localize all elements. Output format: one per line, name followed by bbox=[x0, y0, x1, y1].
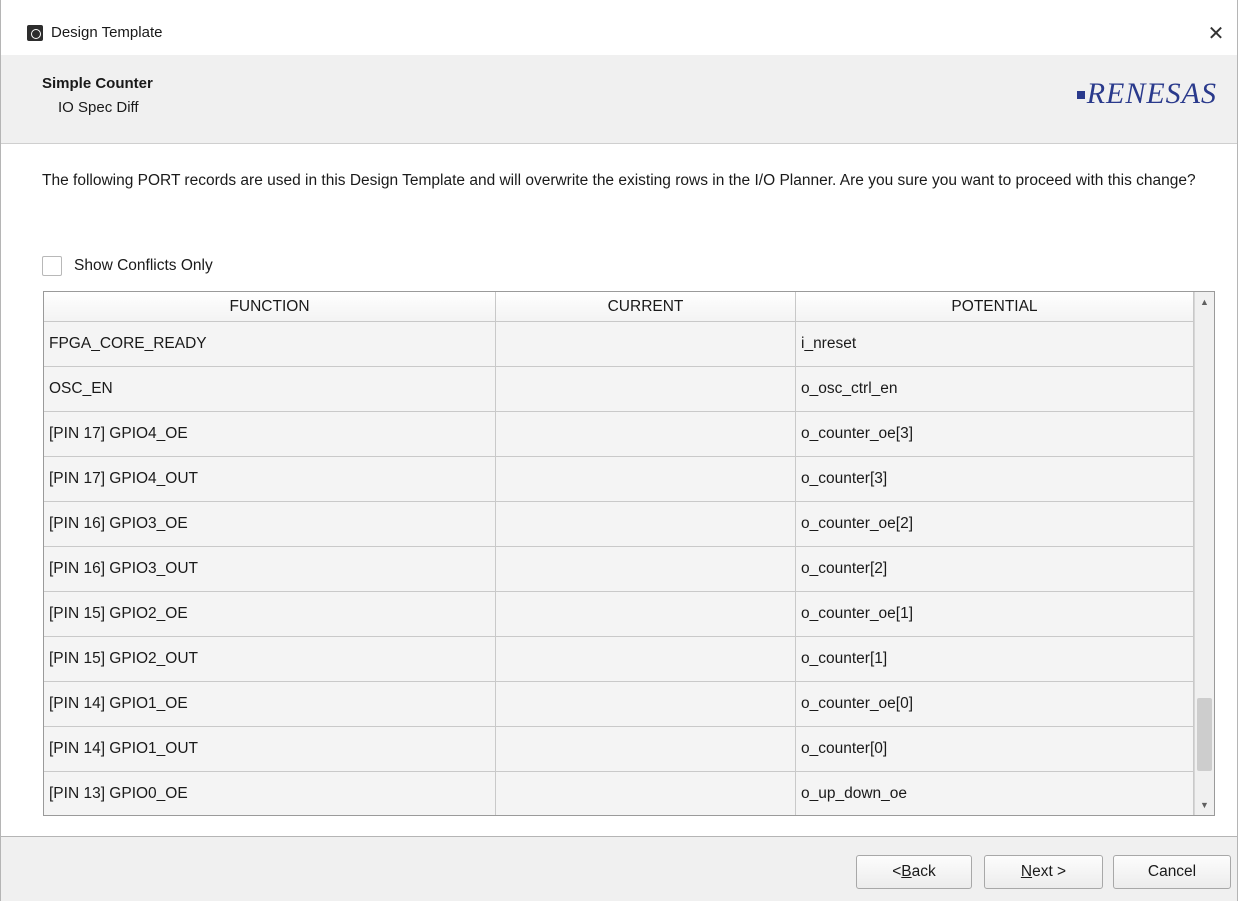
cell-potential[interactable]: o_counter_oe[0] bbox=[796, 682, 1194, 726]
cell-current[interactable] bbox=[496, 772, 796, 815]
cell-current[interactable] bbox=[496, 502, 796, 546]
wizard-header: Simple Counter IO Spec Diff RENESAS bbox=[1, 55, 1237, 144]
cell-function[interactable]: [PIN 15] GPIO2_OE bbox=[44, 592, 496, 636]
cell-function[interactable]: [PIN 14] GPIO1_OE bbox=[44, 682, 496, 726]
table-row[interactable]: OSC_EN o_osc_ctrl_en bbox=[44, 367, 1194, 412]
next-button[interactable]: Next > bbox=[984, 855, 1103, 889]
scrollbar-thumb[interactable] bbox=[1197, 698, 1212, 771]
table-row[interactable]: [PIN 14] GPIO1_OE o_counter_oe[0] bbox=[44, 682, 1194, 727]
show-conflicts-toggle[interactable]: Show Conflicts Only bbox=[42, 256, 213, 276]
table-row[interactable]: [PIN 17] GPIO4_OUT o_counter[3] bbox=[44, 457, 1194, 502]
vertical-scrollbar[interactable]: ▲ ▼ bbox=[1194, 292, 1214, 815]
cell-potential[interactable]: o_osc_ctrl_en bbox=[796, 367, 1194, 411]
cell-current[interactable] bbox=[496, 457, 796, 501]
table-row[interactable]: [PIN 14] GPIO1_OUT o_counter[0] bbox=[44, 727, 1194, 772]
column-header-potential[interactable]: POTENTIAL bbox=[796, 292, 1194, 322]
button-bar: < Back Next > Cancel bbox=[1, 836, 1237, 901]
page-title: Simple Counter bbox=[42, 75, 153, 92]
back-button-mnemonic: B bbox=[901, 863, 912, 880]
cell-function[interactable]: FPGA_CORE_READY bbox=[44, 322, 496, 366]
title-bar: Design Template ✕ bbox=[1, 0, 1237, 55]
cell-function[interactable]: OSC_EN bbox=[44, 367, 496, 411]
column-header-current[interactable]: CURRENT bbox=[496, 292, 796, 322]
cell-current[interactable] bbox=[496, 322, 796, 366]
table-row[interactable]: [PIN 16] GPIO3_OUT o_counter[2] bbox=[44, 547, 1194, 592]
show-conflicts-checkbox[interactable] bbox=[42, 256, 62, 276]
dialog-window: Design Template ✕ Simple Counter IO Spec… bbox=[0, 0, 1238, 901]
logo-text: RENESAS bbox=[1086, 77, 1217, 110]
cell-function[interactable]: [PIN 16] GPIO3_OE bbox=[44, 502, 496, 546]
port-records-table: FUNCTION CURRENT POTENTIAL FPGA_CORE_REA… bbox=[43, 291, 1215, 816]
table-row[interactable]: [PIN 17] GPIO4_OE o_counter_oe[3] bbox=[44, 412, 1194, 457]
cell-potential[interactable]: o_counter[0] bbox=[796, 727, 1194, 771]
confirmation-message: The following PORT records are used in t… bbox=[42, 172, 1196, 189]
cell-potential[interactable]: o_up_down_oe bbox=[796, 772, 1194, 815]
back-button-prefix: < bbox=[892, 863, 902, 880]
page-subtitle: IO Spec Diff bbox=[58, 99, 139, 116]
cancel-button[interactable]: Cancel bbox=[1113, 855, 1231, 889]
table-body: FPGA_CORE_READY i_nreset OSC_EN o_osc_ctrl_… bbox=[44, 322, 1194, 815]
cell-current[interactable] bbox=[496, 592, 796, 636]
app-icon bbox=[27, 25, 43, 41]
close-icon[interactable]: ✕ bbox=[1201, 18, 1231, 48]
table-row[interactable]: [PIN 15] GPIO2_OE o_counter_oe[1] bbox=[44, 592, 1194, 637]
column-header-function[interactable]: FUNCTION bbox=[44, 292, 496, 322]
cell-current[interactable] bbox=[496, 682, 796, 726]
cell-current[interactable] bbox=[496, 367, 796, 411]
cell-function[interactable]: [PIN 17] GPIO4_OE bbox=[44, 412, 496, 456]
next-button-mnemonic: N bbox=[1020, 863, 1033, 880]
table-row[interactable]: [PIN 16] GPIO3_OE o_counter_oe[2] bbox=[44, 502, 1194, 547]
logo-dot-icon bbox=[1076, 91, 1085, 99]
cell-potential[interactable]: o_counter[1] bbox=[796, 637, 1194, 681]
table-row[interactable]: [PIN 13] GPIO0_OE o_up_down_oe bbox=[44, 772, 1194, 815]
cell-current[interactable] bbox=[496, 637, 796, 681]
cell-function[interactable]: [PIN 14] GPIO1_OUT bbox=[44, 727, 496, 771]
cell-function[interactable]: [PIN 17] GPIO4_OUT bbox=[44, 457, 496, 501]
cell-current[interactable] bbox=[496, 727, 796, 771]
cell-potential[interactable]: o_counter[2] bbox=[796, 547, 1194, 591]
table-row[interactable]: [PIN 15] GPIO2_OUT o_counter[1] bbox=[44, 637, 1194, 682]
scroll-down-icon[interactable]: ▼ bbox=[1195, 795, 1214, 815]
renesas-logo: RENESAS bbox=[1076, 77, 1217, 111]
cell-potential[interactable]: o_counter_oe[3] bbox=[796, 412, 1194, 456]
cell-function[interactable]: [PIN 13] GPIO0_OE bbox=[44, 772, 496, 815]
cell-potential[interactable]: o_counter_oe[2] bbox=[796, 502, 1194, 546]
cell-potential[interactable]: o_counter_oe[1] bbox=[796, 592, 1194, 636]
cell-current[interactable] bbox=[496, 547, 796, 591]
back-button-rest: ack bbox=[911, 863, 936, 880]
show-conflicts-label: Show Conflicts Only bbox=[74, 257, 213, 274]
cell-potential[interactable]: o_counter[3] bbox=[796, 457, 1194, 501]
cell-function[interactable]: [PIN 15] GPIO2_OUT bbox=[44, 637, 496, 681]
next-button-rest: ext > bbox=[1032, 863, 1067, 880]
table-header: FUNCTION CURRENT POTENTIAL bbox=[44, 292, 1194, 322]
cell-current[interactable] bbox=[496, 412, 796, 456]
table-row[interactable]: FPGA_CORE_READY i_nreset bbox=[44, 322, 1194, 367]
cell-function[interactable]: [PIN 16] GPIO3_OUT bbox=[44, 547, 496, 591]
window-title: Design Template bbox=[51, 24, 163, 41]
back-button[interactable]: < Back bbox=[856, 855, 972, 889]
scroll-up-icon[interactable]: ▲ bbox=[1195, 292, 1214, 312]
cell-potential[interactable]: i_nreset bbox=[796, 322, 1194, 366]
